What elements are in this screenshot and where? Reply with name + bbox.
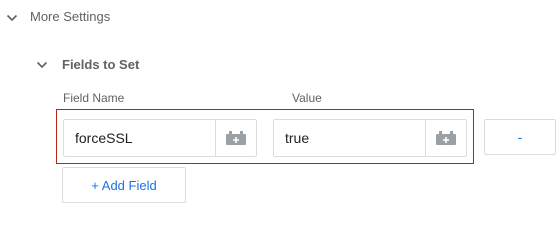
- value-column-label: Value: [292, 91, 322, 105]
- field-name-column-label: Field Name: [63, 91, 125, 105]
- chevron-down-icon: [34, 57, 50, 73]
- add-field-button[interactable]: + Add Field: [62, 167, 186, 203]
- field-value-text: true: [285, 130, 310, 146]
- field-name-value: forceSSL: [75, 130, 133, 146]
- more-settings-header[interactable]: More Settings: [0, 0, 300, 36]
- field-name-input[interactable]: forceSSL: [63, 119, 257, 157]
- variable-picker-icon[interactable]: [215, 120, 256, 156]
- remove-field-button[interactable]: -: [484, 119, 556, 155]
- chevron-down-icon: [4, 10, 20, 26]
- field-value-input[interactable]: true: [273, 119, 467, 157]
- variable-picker-icon[interactable]: [425, 120, 466, 156]
- fields-to-set-label: Fields to Set: [62, 57, 140, 72]
- fields-to-set-header[interactable]: Fields to Set: [0, 47, 300, 83]
- more-settings-label: More Settings: [30, 9, 111, 24]
